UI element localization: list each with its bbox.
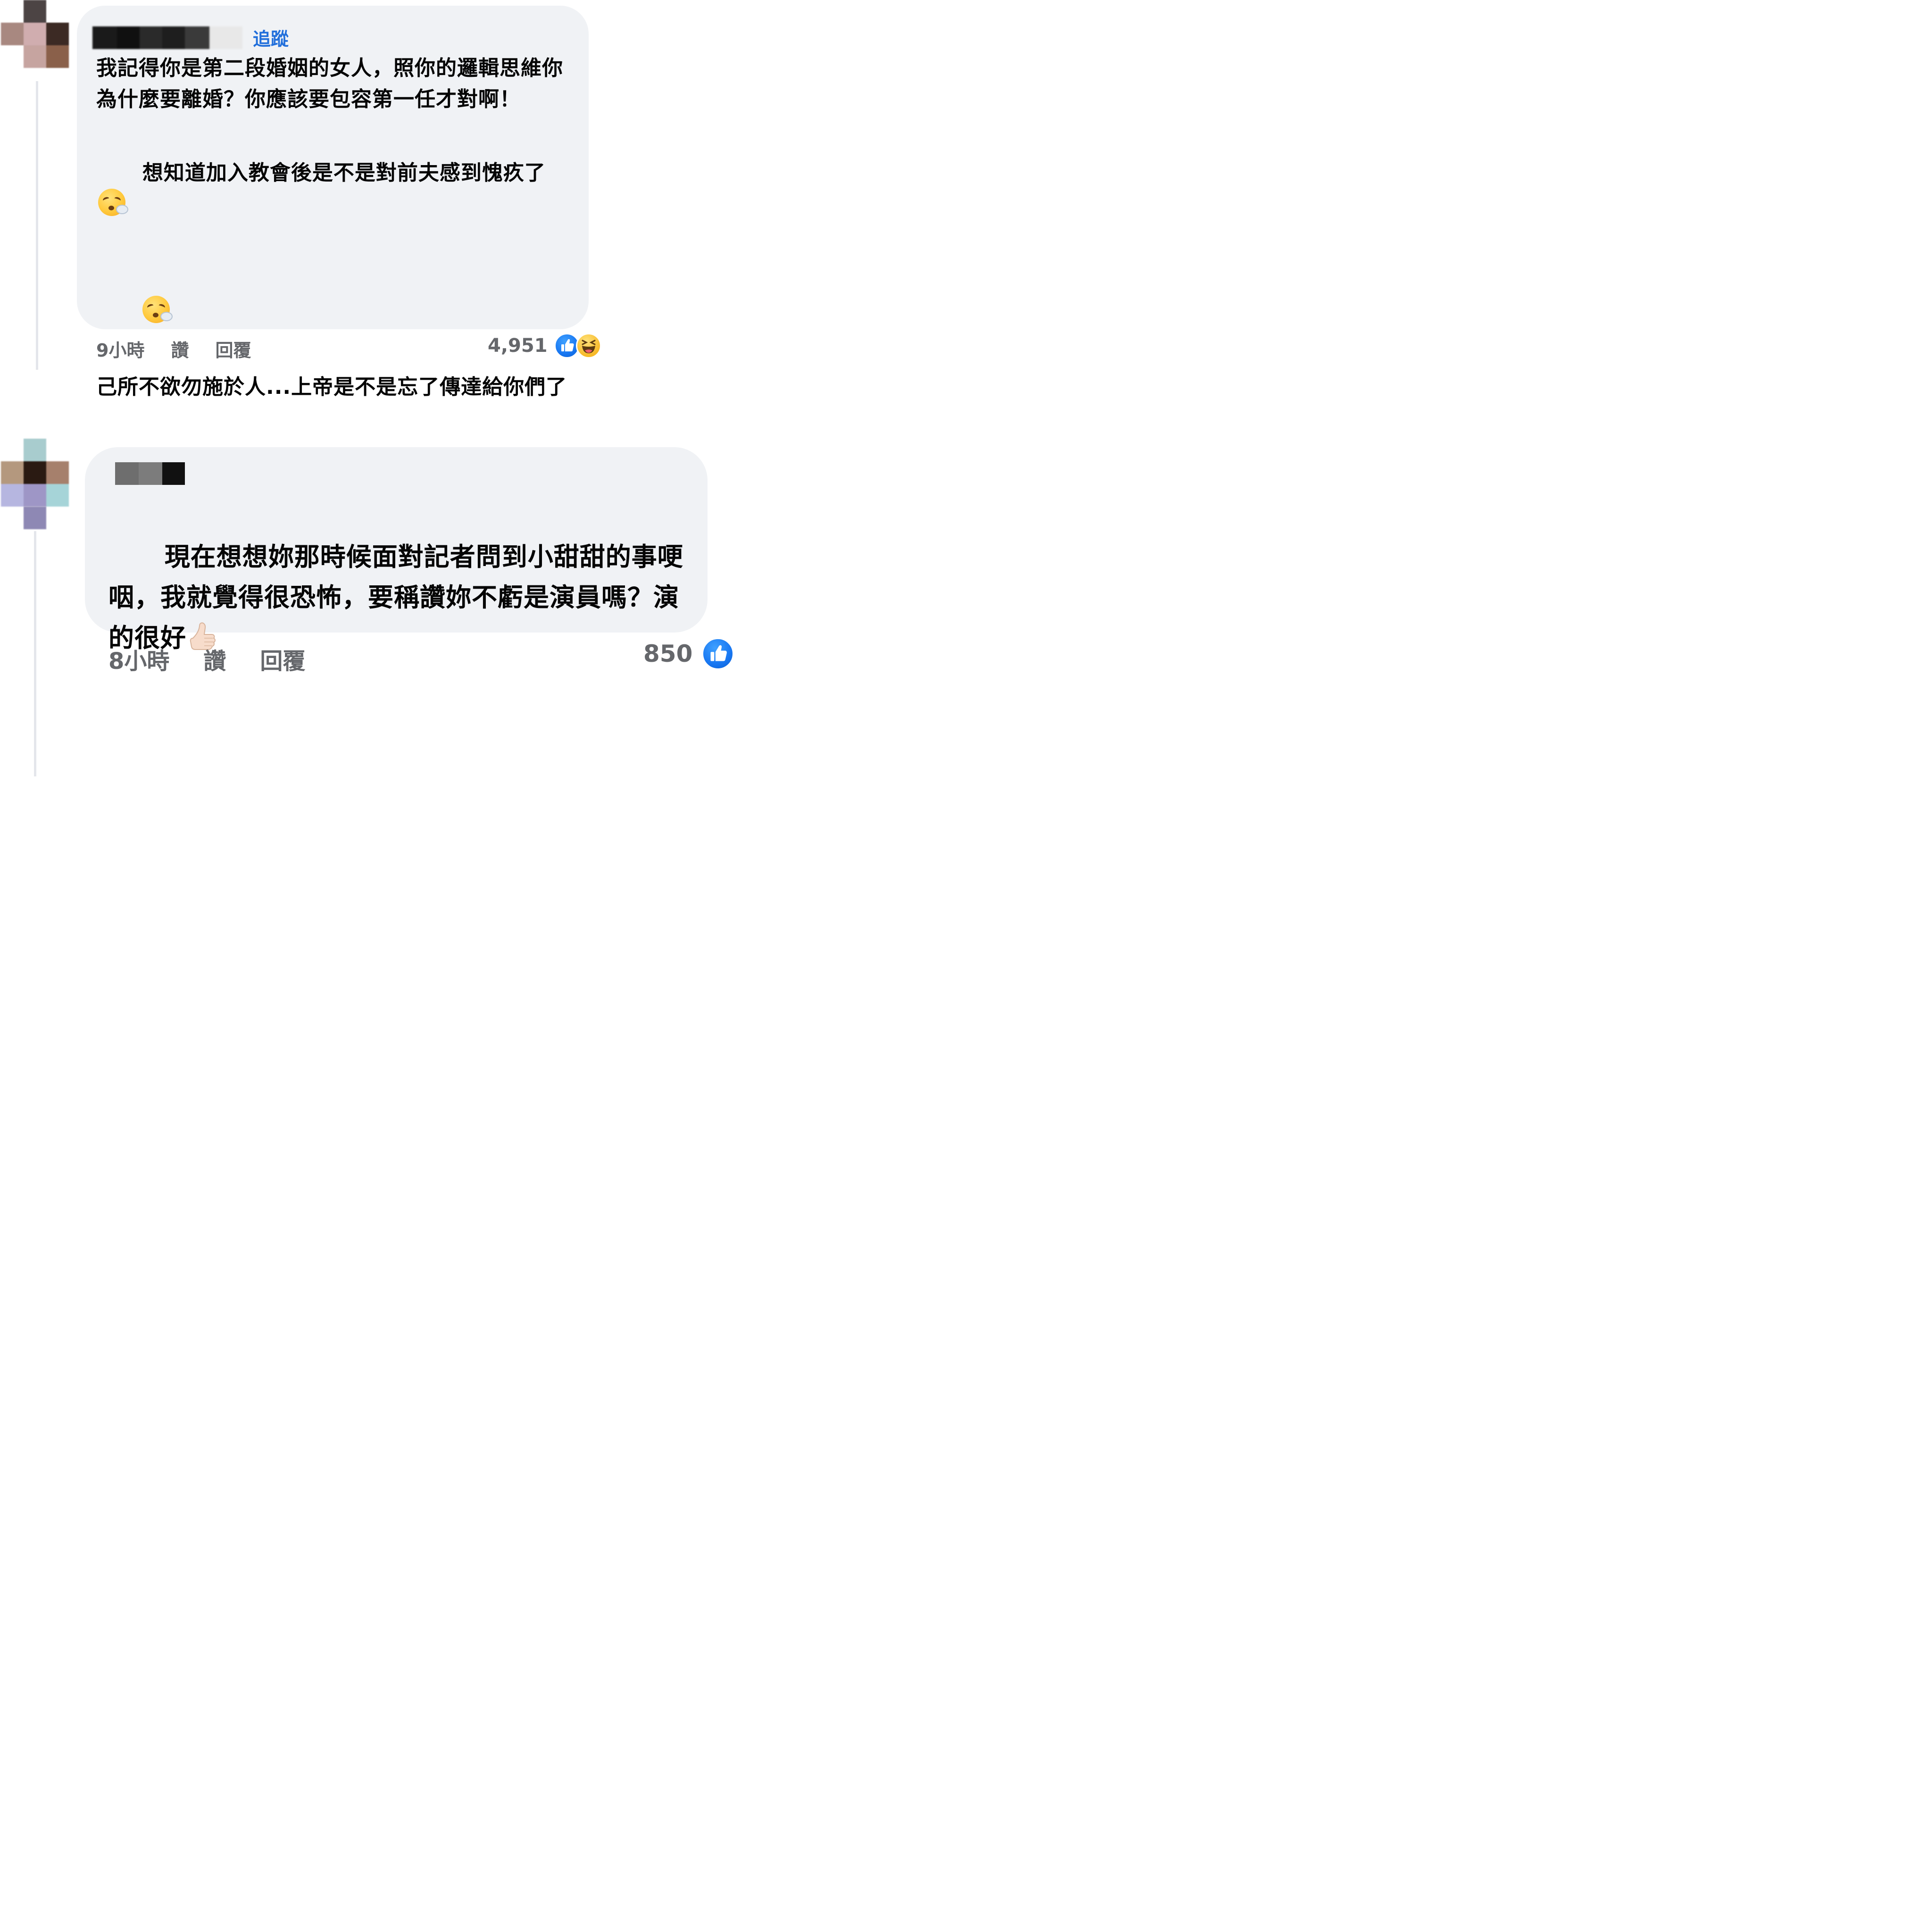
timestamp[interactable]: 9小時: [96, 336, 144, 362]
comment-paragraph: 己所不欲勿施於人...上帝是不是忘了傳達給你們了: [96, 375, 567, 399]
comment-paragraph-text: 想知道加入教會後是不是對前夫感到愧疚了: [142, 161, 546, 185]
author-name-redacted[interactable]: [115, 462, 185, 485]
comment-paragraph: 想知道加入教會後是不是對前夫感到愧疚了: [96, 126, 568, 251]
laughing-face-icon: [575, 333, 601, 358]
author-name-redacted[interactable]: [92, 26, 242, 49]
author-row: 追蹤: [92, 25, 289, 50]
avatar[interactable]: [1, 439, 69, 507]
exhaling-face-icon: [142, 296, 173, 323]
reaction-count: 850: [643, 640, 693, 667]
thumbs-up-icon: [702, 638, 734, 670]
author-row: [115, 462, 185, 485]
exhaling-face-icon: [98, 189, 128, 216]
comment-paragraph: 我記得你是第二段婚姻的女人，照你的邏輯思維你為什麼要離婚？你應該要包容第一任才對…: [96, 56, 563, 111]
thread-line: [34, 531, 36, 776]
reaction-summary[interactable]: 4,951: [488, 333, 601, 358]
comment-2: 現在想想妳那時候面對記者問到小甜甜的事哽咽，我就覺得很恐怖，要稱讚妳不虧是演員嗎…: [0, 439, 740, 776]
comment-actions: 9小時 讚 回覆: [96, 336, 251, 362]
like-action[interactable]: 讚: [171, 336, 189, 362]
timestamp[interactable]: 8小時: [108, 642, 169, 675]
avatar[interactable]: [1, 0, 69, 68]
thread-line: [36, 81, 38, 370]
reaction-summary[interactable]: 850: [643, 638, 734, 670]
avatar-extra-tile: [24, 507, 46, 529]
like-action[interactable]: 讚: [203, 642, 226, 675]
reply-action[interactable]: 回覆: [215, 336, 251, 362]
comment-actions: 8小時 讚 回覆: [108, 642, 305, 675]
follow-link[interactable]: 追蹤: [253, 25, 289, 50]
reaction-count: 4,951: [488, 335, 548, 357]
comment-1: 追蹤 我記得你是第二段婚姻的女人，照你的邏輯思維你為什麼要離婚？你應該要包容第一…: [0, 0, 740, 399]
reply-action[interactable]: 回覆: [260, 642, 305, 675]
